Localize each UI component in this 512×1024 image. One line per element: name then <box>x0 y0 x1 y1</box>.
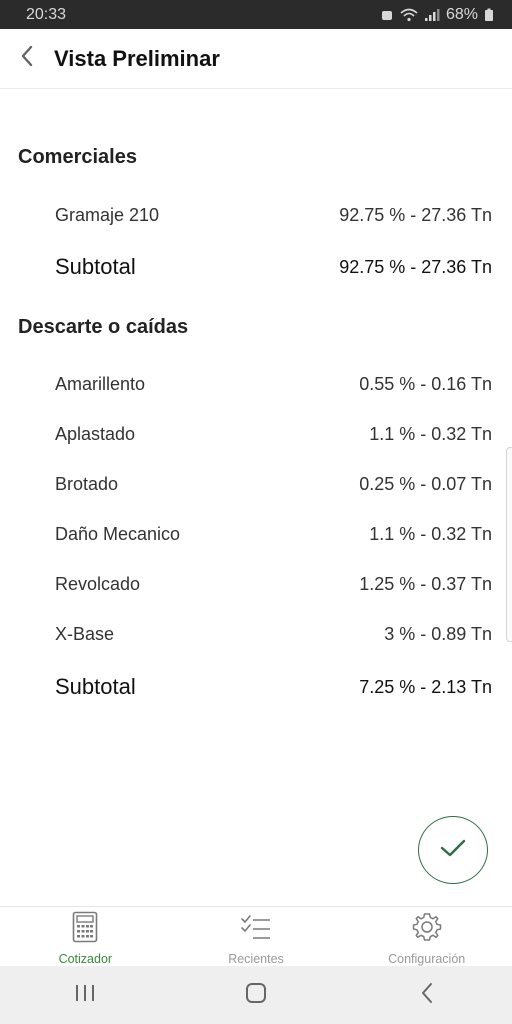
nav-label: Recientes <box>228 952 284 966</box>
subtotal-row: Subtotal 7.25 % - 2.13 Tn <box>55 662 492 712</box>
page-title: Vista Preliminar <box>54 45 220 71</box>
back-button[interactable] <box>0 29 54 89</box>
nav-label: Cotizador <box>58 952 113 966</box>
battery-percent: 68% <box>445 5 478 23</box>
chevron-left-icon <box>20 45 34 72</box>
nav-item-recientes[interactable]: Recientes <box>171 907 342 966</box>
row-value: 0.55 % - 0.16 Tn <box>359 373 492 394</box>
app-bar: Vista Preliminar <box>0 29 512 89</box>
scroll-indicator[interactable] <box>506 447 512 642</box>
section-header-comerciales: Comerciales <box>18 146 137 168</box>
list-item: Revolcado 1.25 % - 0.37 Tn <box>55 559 492 609</box>
signal-icon <box>424 8 440 22</box>
screen: 20:33 68% Vista Preliminar Comerciales G… <box>0 0 512 1024</box>
section-header-descarte: Descarte o caídas <box>18 316 189 338</box>
back-arrow-icon <box>420 982 434 1009</box>
content: Comerciales Gramaje 210 92.75 % - 27.36 … <box>0 89 512 905</box>
row-label: Gramaje 210 <box>55 204 160 225</box>
row-label: Brotado <box>55 473 119 494</box>
row-value: 1.1 % - 0.32 Tn <box>369 523 492 544</box>
battery-icon <box>484 8 494 22</box>
list-item: Daño Mecanico 1.1 % - 0.32 Tn <box>55 509 492 559</box>
row-value: 1.1 % - 0.32 Tn <box>369 423 492 444</box>
row-value: 0.25 % - 0.07 Tn <box>359 473 492 494</box>
recent-apps-button[interactable] <box>55 975 115 1015</box>
row-label: X-Base <box>55 623 115 644</box>
list-item: Amarillento 0.55 % - 0.16 Tn <box>55 359 492 409</box>
confirm-button[interactable] <box>418 816 488 884</box>
calculator-icon <box>72 911 98 948</box>
row-label: Revolcado <box>55 573 141 594</box>
home-button[interactable] <box>226 975 286 1015</box>
system-nav-bar <box>0 966 512 1024</box>
gear-icon <box>411 911 443 948</box>
row-label: Daño Mecanico <box>55 523 181 544</box>
check-icon <box>439 837 467 864</box>
system-back-button[interactable] <box>397 975 457 1015</box>
subtotal-value: 7.25 % - 2.13 Tn <box>359 676 492 697</box>
subtotal-value: 92.75 % - 27.36 Tn <box>339 256 492 277</box>
subtotal-label: Subtotal <box>55 674 136 699</box>
row-value: 1.25 % - 0.37 Tn <box>359 573 492 594</box>
status-bar: 20:33 68% <box>0 0 512 29</box>
nav-item-configuracion[interactable]: Configuración <box>341 907 512 966</box>
alarm-icon <box>380 8 394 22</box>
row-label: Aplastado <box>55 423 136 444</box>
checklist-icon <box>240 911 272 948</box>
list-item: Brotado 0.25 % - 0.07 Tn <box>55 459 492 509</box>
bottom-nav: Cotizador Recientes Configuración <box>0 906 512 966</box>
subtotal-label: Subtotal <box>55 254 136 279</box>
nav-item-cotizador[interactable]: Cotizador <box>0 907 171 966</box>
row-value: 92.75 % - 27.36 Tn <box>339 204 492 225</box>
status-icons: 68% <box>380 6 494 24</box>
list-item: Gramaje 210 92.75 % - 27.36 Tn <box>55 190 492 240</box>
wifi-icon <box>400 8 418 22</box>
recent-apps-icon <box>74 983 96 1008</box>
status-time: 20:33 <box>26 5 67 23</box>
list-item: Aplastado 1.1 % - 0.32 Tn <box>55 409 492 459</box>
list-item: X-Base 3 % - 0.89 Tn <box>55 609 492 659</box>
subtotal-row: Subtotal 92.75 % - 27.36 Tn <box>55 242 492 292</box>
row-value: 3 % - 0.89 Tn <box>384 623 492 644</box>
nav-label: Configuración <box>388 952 466 966</box>
home-icon <box>245 982 267 1009</box>
row-label: Amarillento <box>55 373 146 394</box>
